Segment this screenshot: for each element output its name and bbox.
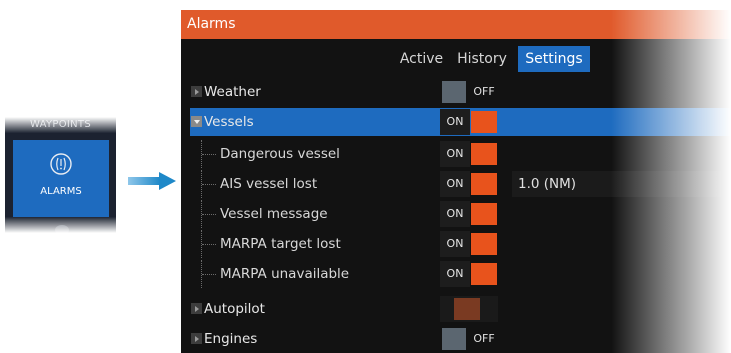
toggle-knob xyxy=(442,81,466,103)
toggle-knob xyxy=(471,233,497,255)
expand-icon[interactable] xyxy=(191,333,202,344)
toggle-knob xyxy=(442,328,466,350)
dangerous-vessel-toggle[interactable]: ON xyxy=(440,141,498,167)
toggle-state: ON xyxy=(440,231,470,257)
row-label: Engines xyxy=(204,331,258,347)
toggle-knob xyxy=(471,143,497,165)
toggle-knob xyxy=(471,263,497,285)
toggle-state: OFF xyxy=(473,332,495,345)
tab-settings[interactable]: Settings xyxy=(518,46,590,72)
alarms-window: Alarms Active History Settings Weather O… xyxy=(181,10,731,353)
vessels-toggle[interactable]: ON xyxy=(440,109,498,135)
row-marpa-target-lost[interactable]: MARPA target lost ON xyxy=(190,230,731,258)
ais-distance-field[interactable]: 1.0 (NM) xyxy=(512,171,731,197)
row-vessels[interactable]: Vessels ON xyxy=(190,108,731,136)
row-label: Weather xyxy=(204,84,261,100)
collapse-icon[interactable] xyxy=(191,116,202,127)
tab-history[interactable]: History xyxy=(452,46,512,72)
row-label: Vessel message xyxy=(220,206,328,222)
marpa-target-lost-toggle[interactable]: ON xyxy=(440,231,498,257)
row-autopilot[interactable]: Autopilot xyxy=(190,295,731,323)
row-label: Autopilot xyxy=(204,301,265,317)
row-ais-vessel-lost[interactable]: AIS vessel lost ON 1.0 (NM) xyxy=(190,170,731,198)
toggle-state: ON xyxy=(440,171,470,197)
title-bar: Alarms xyxy=(181,10,731,39)
ais-vessel-lost-toggle[interactable]: ON xyxy=(440,171,498,197)
weather-toggle[interactable]: OFF xyxy=(440,79,498,105)
waypoints-label: WAYPOINTS xyxy=(29,119,91,130)
toggle-knob xyxy=(471,111,497,133)
row-dangerous-vessel[interactable]: Dangerous vessel ON xyxy=(190,140,731,168)
toggle-knob xyxy=(454,298,480,320)
toggle-knob xyxy=(471,203,497,225)
toggle-knob xyxy=(471,173,497,195)
engines-toggle[interactable]: OFF xyxy=(440,326,498,352)
row-label: MARPA target lost xyxy=(220,236,341,252)
alarms-label: ALARMS xyxy=(40,186,82,197)
tab-active[interactable]: Active xyxy=(394,46,449,72)
alarms-button[interactable]: ALARMS xyxy=(13,140,109,217)
row-marpa-unavailable[interactable]: MARPA unavailable ON xyxy=(190,260,731,288)
row-label: AIS vessel lost xyxy=(220,176,318,192)
row-label: Dangerous vessel xyxy=(220,146,340,162)
toggle-state: ON xyxy=(440,141,470,167)
toggle-state: ON xyxy=(440,109,470,135)
expand-icon[interactable] xyxy=(191,303,202,314)
next-item-fragment xyxy=(55,225,69,233)
toggle-state: ON xyxy=(440,201,470,227)
alarms-tile: WAYPOINTS ALARMS xyxy=(5,117,116,233)
window-title: Alarms xyxy=(187,16,236,32)
marpa-unavailable-toggle[interactable]: ON xyxy=(440,261,498,287)
vessel-message-toggle[interactable]: ON xyxy=(440,201,498,227)
arrow-icon xyxy=(128,172,176,190)
row-label: MARPA unavailable xyxy=(220,266,350,282)
toggle-state: OFF xyxy=(473,85,495,98)
row-weather[interactable]: Weather OFF xyxy=(190,78,731,106)
row-engines[interactable]: Engines OFF xyxy=(190,325,731,353)
expand-icon[interactable] xyxy=(191,86,202,97)
row-label: Vessels xyxy=(204,114,254,130)
row-vessel-message[interactable]: Vessel message ON xyxy=(190,200,731,228)
alarm-icon xyxy=(50,153,72,175)
autopilot-toggle[interactable] xyxy=(440,296,498,322)
toggle-state: ON xyxy=(440,261,470,287)
